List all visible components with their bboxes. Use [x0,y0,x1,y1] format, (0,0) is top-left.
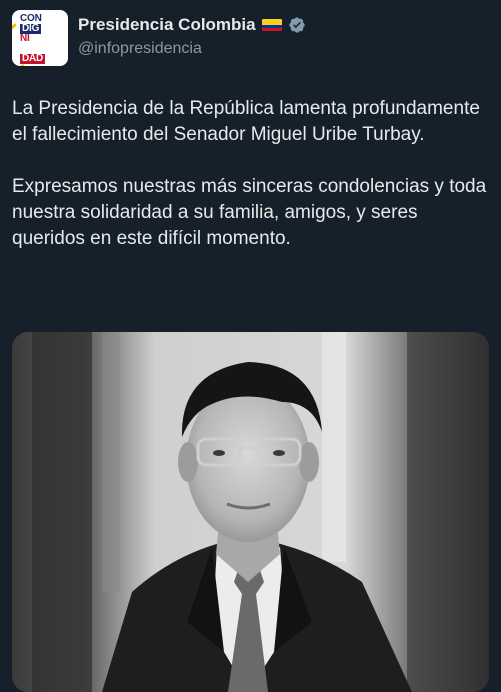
colombia-flag-icon [261,19,282,31]
account-handle[interactable]: @infopresidencia [78,40,202,58]
tweet-header: CON DIG NI DAD Presidencia Colombia @inf… [12,10,492,66]
avatar-text-line-3: NI [20,33,30,44]
avatar-logo-text: CON DIG NI DAD [20,14,60,64]
display-name-row: Presidencia Colombia [78,14,306,36]
portrait-image [12,332,489,692]
display-name[interactable]: Presidencia Colombia [78,15,256,35]
avatar[interactable]: CON DIG NI DAD [12,10,68,66]
avatar-text-line-4: DAD [20,53,46,64]
tweet-photo[interactable] [12,332,489,692]
tweet-text: La Presidencia de la República lamenta p… [12,98,487,249]
verified-badge-icon [288,17,305,33]
